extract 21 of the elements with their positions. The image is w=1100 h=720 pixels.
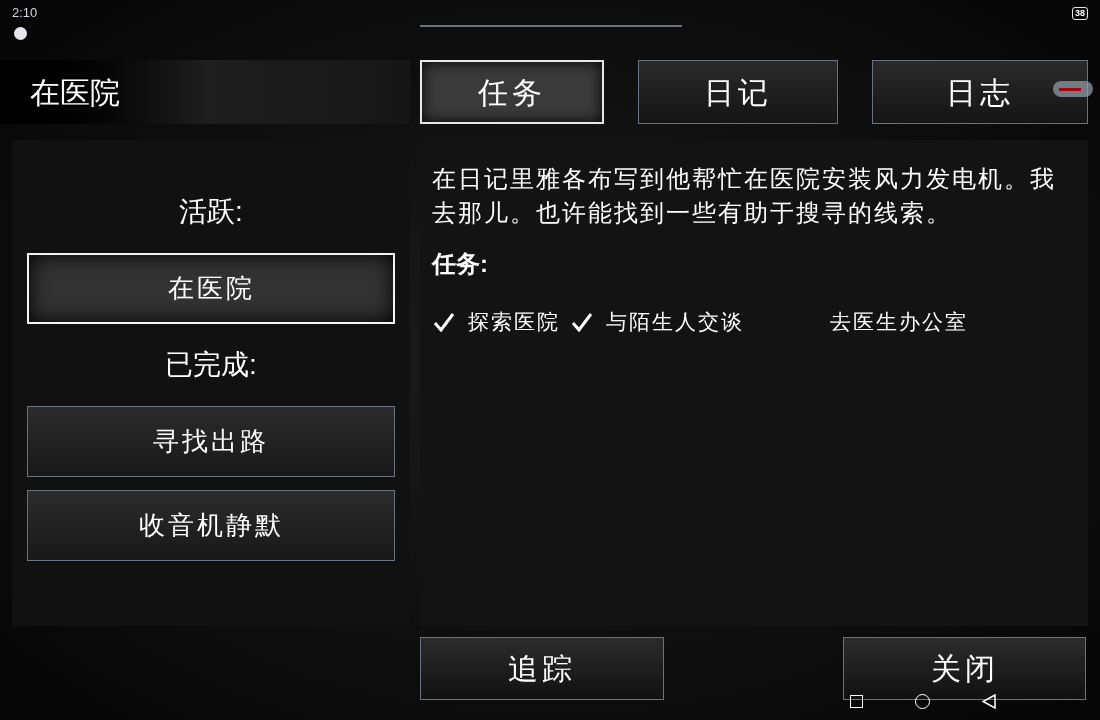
location-title: 在医院	[0, 60, 410, 124]
status-time: 2:10	[12, 6, 39, 19]
toggle-pill-icon[interactable]	[1053, 81, 1093, 97]
tab[interactable]: 日志	[872, 60, 1088, 124]
back-icon[interactable]	[982, 694, 996, 709]
section-heading: 活跃:	[179, 198, 243, 226]
quest-button[interactable]: 在医院	[27, 253, 395, 324]
task-label: 与陌生人交谈	[606, 309, 744, 335]
action-button[interactable]: 追踪	[420, 637, 664, 700]
quest-button[interactable]: 收音机静默	[27, 490, 395, 561]
tab[interactable]: 任务	[420, 60, 604, 124]
tab[interactable]: 日记	[638, 60, 838, 124]
task-label: 去医生办公室	[830, 309, 968, 335]
section-heading: 已完成:	[165, 351, 257, 379]
action-button[interactable]: 关闭	[843, 637, 1086, 700]
battery-icon: 38	[1072, 7, 1088, 20]
tasks-heading: 任务:	[432, 249, 489, 279]
recent-apps-icon[interactable]	[850, 695, 863, 708]
quest-description: 在日记里雅各布写到他帮忙在医院安装风力发电机。我去那儿。也许能找到一些有助于搜寻的线索。	[432, 164, 1057, 228]
quest-button[interactable]: 寻找出路	[27, 406, 395, 477]
task-label: 探索医院	[468, 309, 560, 335]
